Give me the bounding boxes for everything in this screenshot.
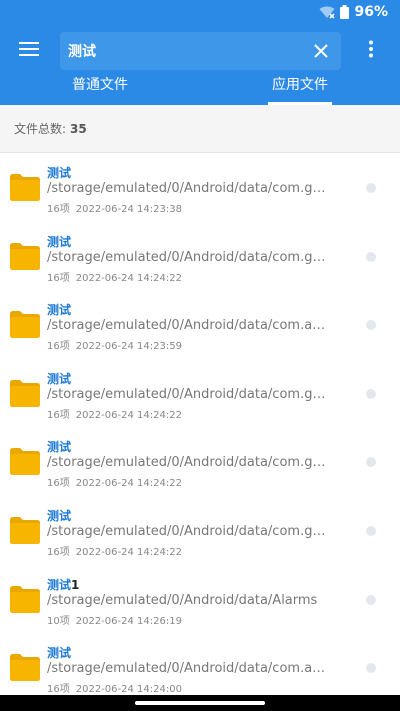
item-meta: 16项 2022-06-24 14:24:22 [47, 543, 182, 558]
item-date: 2022-06-24 14:26:19 [75, 615, 182, 627]
folder-icon [10, 654, 40, 682]
folder-icon [10, 311, 40, 339]
more-options-button[interactable] [358, 36, 384, 62]
file-count-value: 35 [70, 121, 87, 136]
item-date: 2022-06-24 14:24:00 [75, 684, 182, 695]
folder-icon [10, 585, 40, 613]
select-checkbox[interactable] [366, 457, 376, 468]
item-date: 2022-06-24 14:24:22 [75, 478, 182, 490]
item-meta: 16项 2022-06-24 14:23:38 [47, 200, 182, 215]
item-count: 16项 [47, 204, 70, 215]
item-count: 16项 [47, 409, 70, 421]
file-count-label: 文件总数: [14, 122, 67, 136]
folder-icon [10, 379, 40, 407]
item-count: 16项 [47, 684, 70, 695]
item-date: 2022-06-24 14:23:59 [75, 341, 182, 353]
item-title: 测试 [47, 303, 72, 318]
item-date: 2022-06-24 14:24:22 [75, 409, 182, 421]
item-count: 16项 [47, 272, 70, 284]
select-checkbox[interactable] [366, 183, 376, 193]
item-title: 测试 [47, 508, 72, 523]
list-item[interactable]: 测试 /storage/emulated/0/Android/data/com.… [0, 634, 400, 695]
list-item[interactable]: 测试 /storage/emulated/0/Android/data/com.… [0, 291, 400, 360]
select-checkbox[interactable] [366, 663, 376, 674]
folder-icon [10, 516, 40, 544]
hamburger-menu-icon [19, 42, 39, 56]
app-bar: 测试 普通文件 应用文件 [0, 24, 400, 105]
search-input[interactable]: 测试 [60, 32, 341, 70]
item-count: 16项 [47, 478, 70, 490]
item-meta: 16项 2022-06-24 14:24:22 [47, 269, 182, 284]
folder-icon [10, 448, 40, 476]
item-title: 测试 [47, 234, 72, 249]
item-title: 测试 [47, 440, 72, 455]
item-meta: 16项 2022-06-24 14:23:59 [47, 337, 182, 352]
file-count-summary: 文件总数: 35 [0, 105, 400, 153]
item-path: /storage/emulated/0/Android/data/com.an.… [47, 318, 327, 334]
item-date: 2022-06-24 14:24:22 [75, 272, 182, 284]
list-item[interactable]: 测试 /storage/emulated/0/Android/data/com.… [0, 428, 400, 497]
close-icon [314, 44, 328, 58]
list-item[interactable]: 测试1 /storage/emulated/0/Android/data/Ala… [0, 566, 400, 635]
search-query[interactable]: 测试 [68, 41, 96, 61]
select-checkbox[interactable] [366, 594, 376, 605]
folder-icon [10, 242, 40, 270]
item-title: 测试 [47, 371, 72, 386]
list-item[interactable]: 测试 /storage/emulated/0/Android/data/com.… [0, 223, 400, 292]
item-path: /storage/emulated/0/Android/data/com.go.… [47, 386, 327, 402]
item-meta: 16项 2022-06-24 14:24:22 [47, 406, 182, 421]
file-list: 测试 /storage/emulated/0/Android/data/com.… [0, 154, 400, 695]
item-title: 测试1 [47, 577, 80, 592]
battery-percentage: 96% [354, 4, 388, 20]
item-title: 测试 [47, 166, 72, 180]
item-count: 16项 [47, 546, 70, 558]
item-path: /storage/emulated/0/Android/data/com.go.… [47, 181, 327, 196]
list-item[interactable]: 测试 /storage/emulated/0/Android/data/com.… [0, 360, 400, 429]
item-path: /storage/emulated/0/Android/data/com.an.… [47, 661, 327, 677]
clear-search-button[interactable] [311, 41, 331, 61]
wifi-off-icon [319, 5, 336, 19]
item-title: 测试 [47, 646, 72, 661]
item-meta: 16项 2022-06-24 14:24:00 [47, 680, 182, 695]
item-date: 2022-06-24 14:23:38 [75, 204, 182, 215]
item-path: /storage/emulated/0/Android/data/com.go.… [47, 249, 327, 265]
select-checkbox[interactable] [366, 320, 376, 331]
folder-icon [10, 174, 40, 201]
item-meta: 10项 2022-06-24 14:26:19 [47, 612, 182, 627]
item-path: /storage/emulated/0/Android/data/com.go.… [47, 455, 327, 471]
tab-app-files[interactable]: 应用文件 [268, 74, 332, 105]
item-count: 10项 [47, 615, 70, 627]
item-date: 2022-06-24 14:24:22 [75, 546, 182, 558]
status-bar: 96% [0, 0, 400, 24]
item-meta: 16项 2022-06-24 14:24:22 [47, 474, 182, 489]
item-path: /storage/emulated/0/Android/data/com.go.… [47, 523, 327, 539]
list-item[interactable]: 测试 /storage/emulated/0/Android/data/com.… [0, 154, 400, 223]
item-count: 16项 [47, 341, 70, 353]
item-path: /storage/emulated/0/Android/data/Alarms [47, 592, 318, 608]
list-item[interactable]: 测试 /storage/emulated/0/Android/data/com.… [0, 497, 400, 566]
tab-normal-files[interactable]: 普通文件 [60, 74, 140, 105]
select-checkbox[interactable] [366, 251, 376, 262]
more-vertical-icon [369, 40, 373, 58]
select-checkbox[interactable] [366, 525, 376, 536]
home-gesture-handle[interactable] [135, 701, 265, 705]
battery-icon [340, 5, 350, 19]
select-checkbox[interactable] [366, 388, 376, 399]
menu-button[interactable] [16, 36, 42, 62]
